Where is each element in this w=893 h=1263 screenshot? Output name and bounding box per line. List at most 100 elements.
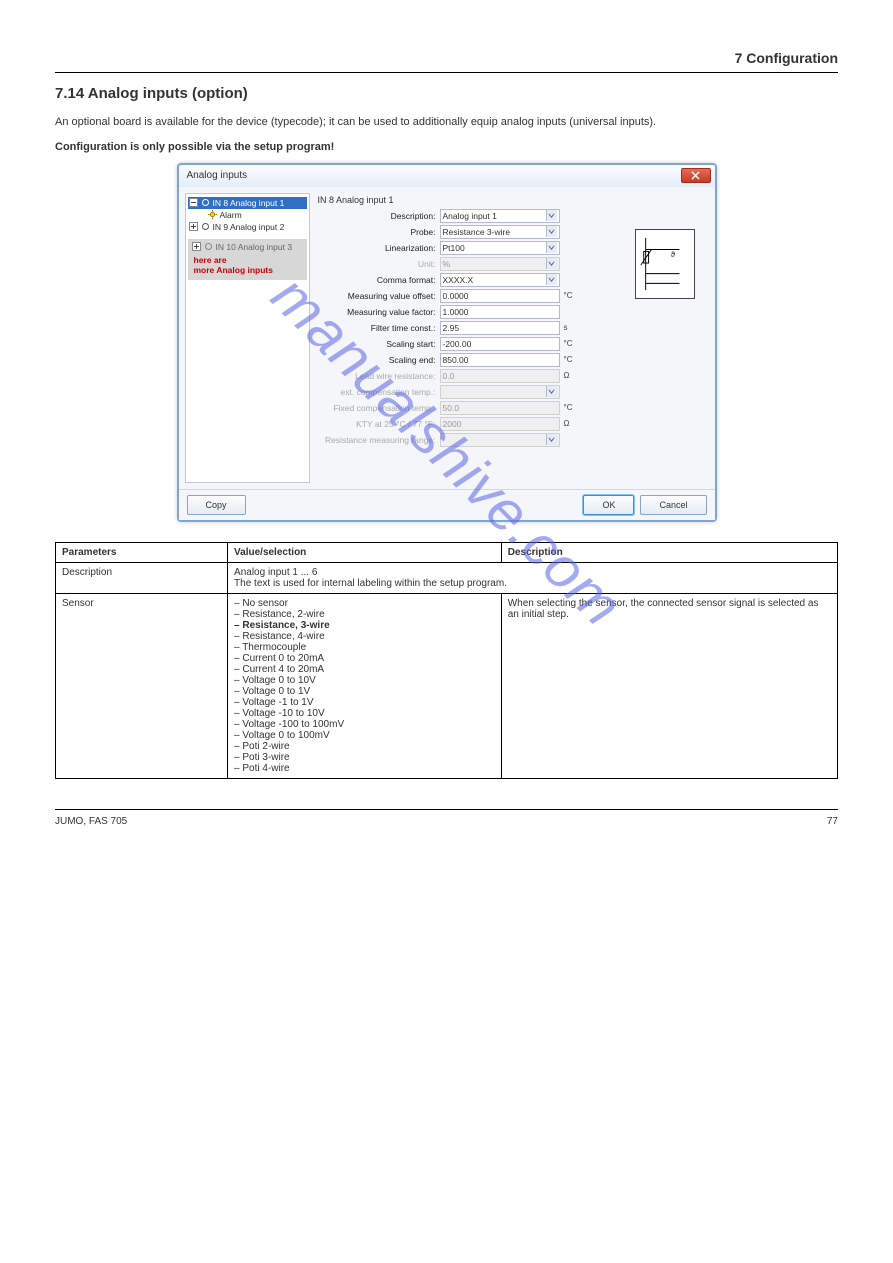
list-item: Current 0 to 20mA [234,653,495,664]
table-row: Description Analog input 1 ... 6 The tex… [56,562,838,593]
svg-text:ϑ: ϑ [670,250,675,259]
dialog-footer: Copy OK Cancel [179,489,715,520]
parameter-table: Parameters Value/selection Description D… [55,542,838,779]
field-label: Scaling end: [316,355,436,365]
text-input[interactable]: 2.95 [440,321,560,335]
list-item: Resistance, 2-wire [234,609,495,620]
tree-item-alarm[interactable]: Alarm [188,209,307,221]
tree-item-label: Alarm [220,210,242,220]
close-icon [691,171,700,180]
form-row: Measuring value factor: 1.0000 [316,305,709,319]
form-row: Resistance measuring range: [316,433,709,447]
list-item: Resistance, 4-wire [234,631,495,642]
text-input[interactable]: 850.00 [440,353,560,367]
param-name: Sensor [56,593,228,778]
field-value: -200.00 [443,339,472,349]
dropdown[interactable]: Analog input 1 [440,209,560,223]
field-label: Scaling start: [316,339,436,349]
field-unit: °C [564,291,578,300]
chevron-down-icon [546,434,557,445]
ok-button[interactable]: OK [583,495,634,515]
field-unit: Ω [564,371,578,380]
alarm-icon [208,210,217,219]
footer-page-number: 77 [827,816,838,827]
text-input[interactable]: 1.0000 [440,305,560,319]
close-button[interactable] [681,168,711,183]
form-panel-title: IN 8 Analog input 1 [318,195,709,205]
dialog-title: Analog inputs [187,170,248,181]
field-label: Comma format: [316,275,436,285]
table-row: Sensor No sensorResistance, 2-wireResist… [56,593,838,778]
field-value: 0.0 [443,371,455,381]
cancel-button[interactable]: Cancel [640,495,706,515]
field-label: Filter time const.: [316,323,436,333]
field-unit: °C [564,355,578,364]
tree-item-in8[interactable]: IN 8 Analog input 1 [188,197,307,209]
tree-item-in10[interactable]: IN 10 Analog input 3 [191,241,304,253]
field-value: 2000 [443,419,462,429]
param-options: No sensorResistance, 2-wireResistance, 3… [228,593,502,778]
field-unit: Ω [564,419,578,428]
param-name: Description [56,562,228,593]
chevron-down-icon [546,274,557,285]
page-footer: JUMO, FAS 705 77 [55,809,838,827]
intro-paragraph: An optional board is available for the d… [55,114,838,131]
field-label: Resistance measuring range: [316,435,436,445]
param-value-desc: Analog input 1 ... 6 The text is used fo… [228,562,838,593]
list-item: Current 4 to 20mA [234,664,495,675]
field-label: ext. compensation temp.: [316,387,436,397]
field-value: XXXX.X [443,275,474,285]
list-item: No sensor [234,598,495,609]
tree-item-label: IN 10 Analog input 3 [216,242,293,252]
plus-icon [192,242,201,251]
schematic-diagram: ϑ [635,229,695,299]
dropdown [440,385,560,399]
chevron-down-icon [546,258,557,269]
field-value: Analog input 1 [443,211,497,221]
field-label: Fixed compensation temp.: [316,403,436,413]
field-label: Unit: [316,259,436,269]
form-row: Scaling end: 850.00 °C [316,353,709,367]
minus-icon [189,198,198,207]
dropdown[interactable]: Pt100 [440,241,560,255]
field-value: Resistance 3-wire [443,227,511,237]
text-input[interactable]: -200.00 [440,337,560,351]
tree-panel: IN 8 Analog input 1 Alarm IN 9 Analog in… [185,193,310,483]
footer-left: JUMO, FAS 705 [55,816,127,827]
field-value: 1.0000 [443,307,469,317]
field-unit: s [564,323,578,332]
dropdown: % [440,257,560,271]
copy-button[interactable]: Copy [187,495,246,515]
text-input[interactable]: 0.0000 [440,289,560,303]
form-row: Filter time const.: 2.95 s [316,321,709,335]
list-item: Voltage 0 to 1V [234,686,495,697]
field-value: 0.0000 [443,291,469,301]
list-item: Voltage 0 to 10V [234,675,495,686]
text-input: 0.0 [440,369,560,383]
dropdown[interactable]: XXXX.X [440,273,560,287]
form-row: KTY at 25 °C / 77 °F:2000Ω [316,417,709,431]
annotation-text: here aremore Analog inputs [191,253,304,278]
field-label: Measuring value offset: [316,291,436,301]
heading: 7.14 Analog inputs (option) [55,85,838,102]
field-value: % [443,259,451,269]
form-row: ext. compensation temp.: [316,385,709,399]
list-item: Voltage -1 to 1V [234,697,495,708]
th-description: Description [501,542,837,562]
plus-icon [189,222,198,231]
list-item: Voltage 0 to 100mV [234,730,495,741]
field-label: Probe: [316,227,436,237]
circle-icon [201,222,210,231]
list-item: Voltage -10 to 10V [234,708,495,719]
field-value: Pt100 [443,243,465,253]
form-panel: IN 8 Analog input 1 Description:Analog i… [316,193,709,483]
analog-inputs-dialog: Analog inputs IN 8 Analog input 1 Alarm [177,163,717,522]
page-header: 7 Configuration [55,50,838,73]
field-unit: °C [564,403,578,412]
list-item: Poti 3-wire [234,752,495,763]
list-item: Voltage -100 to 100mV [234,719,495,730]
field-label: Measuring value factor: [316,307,436,317]
dropdown[interactable]: Resistance 3-wire [440,225,560,239]
tree-item-in9[interactable]: IN 9 Analog input 2 [188,221,307,233]
chevron-down-icon [546,386,557,397]
